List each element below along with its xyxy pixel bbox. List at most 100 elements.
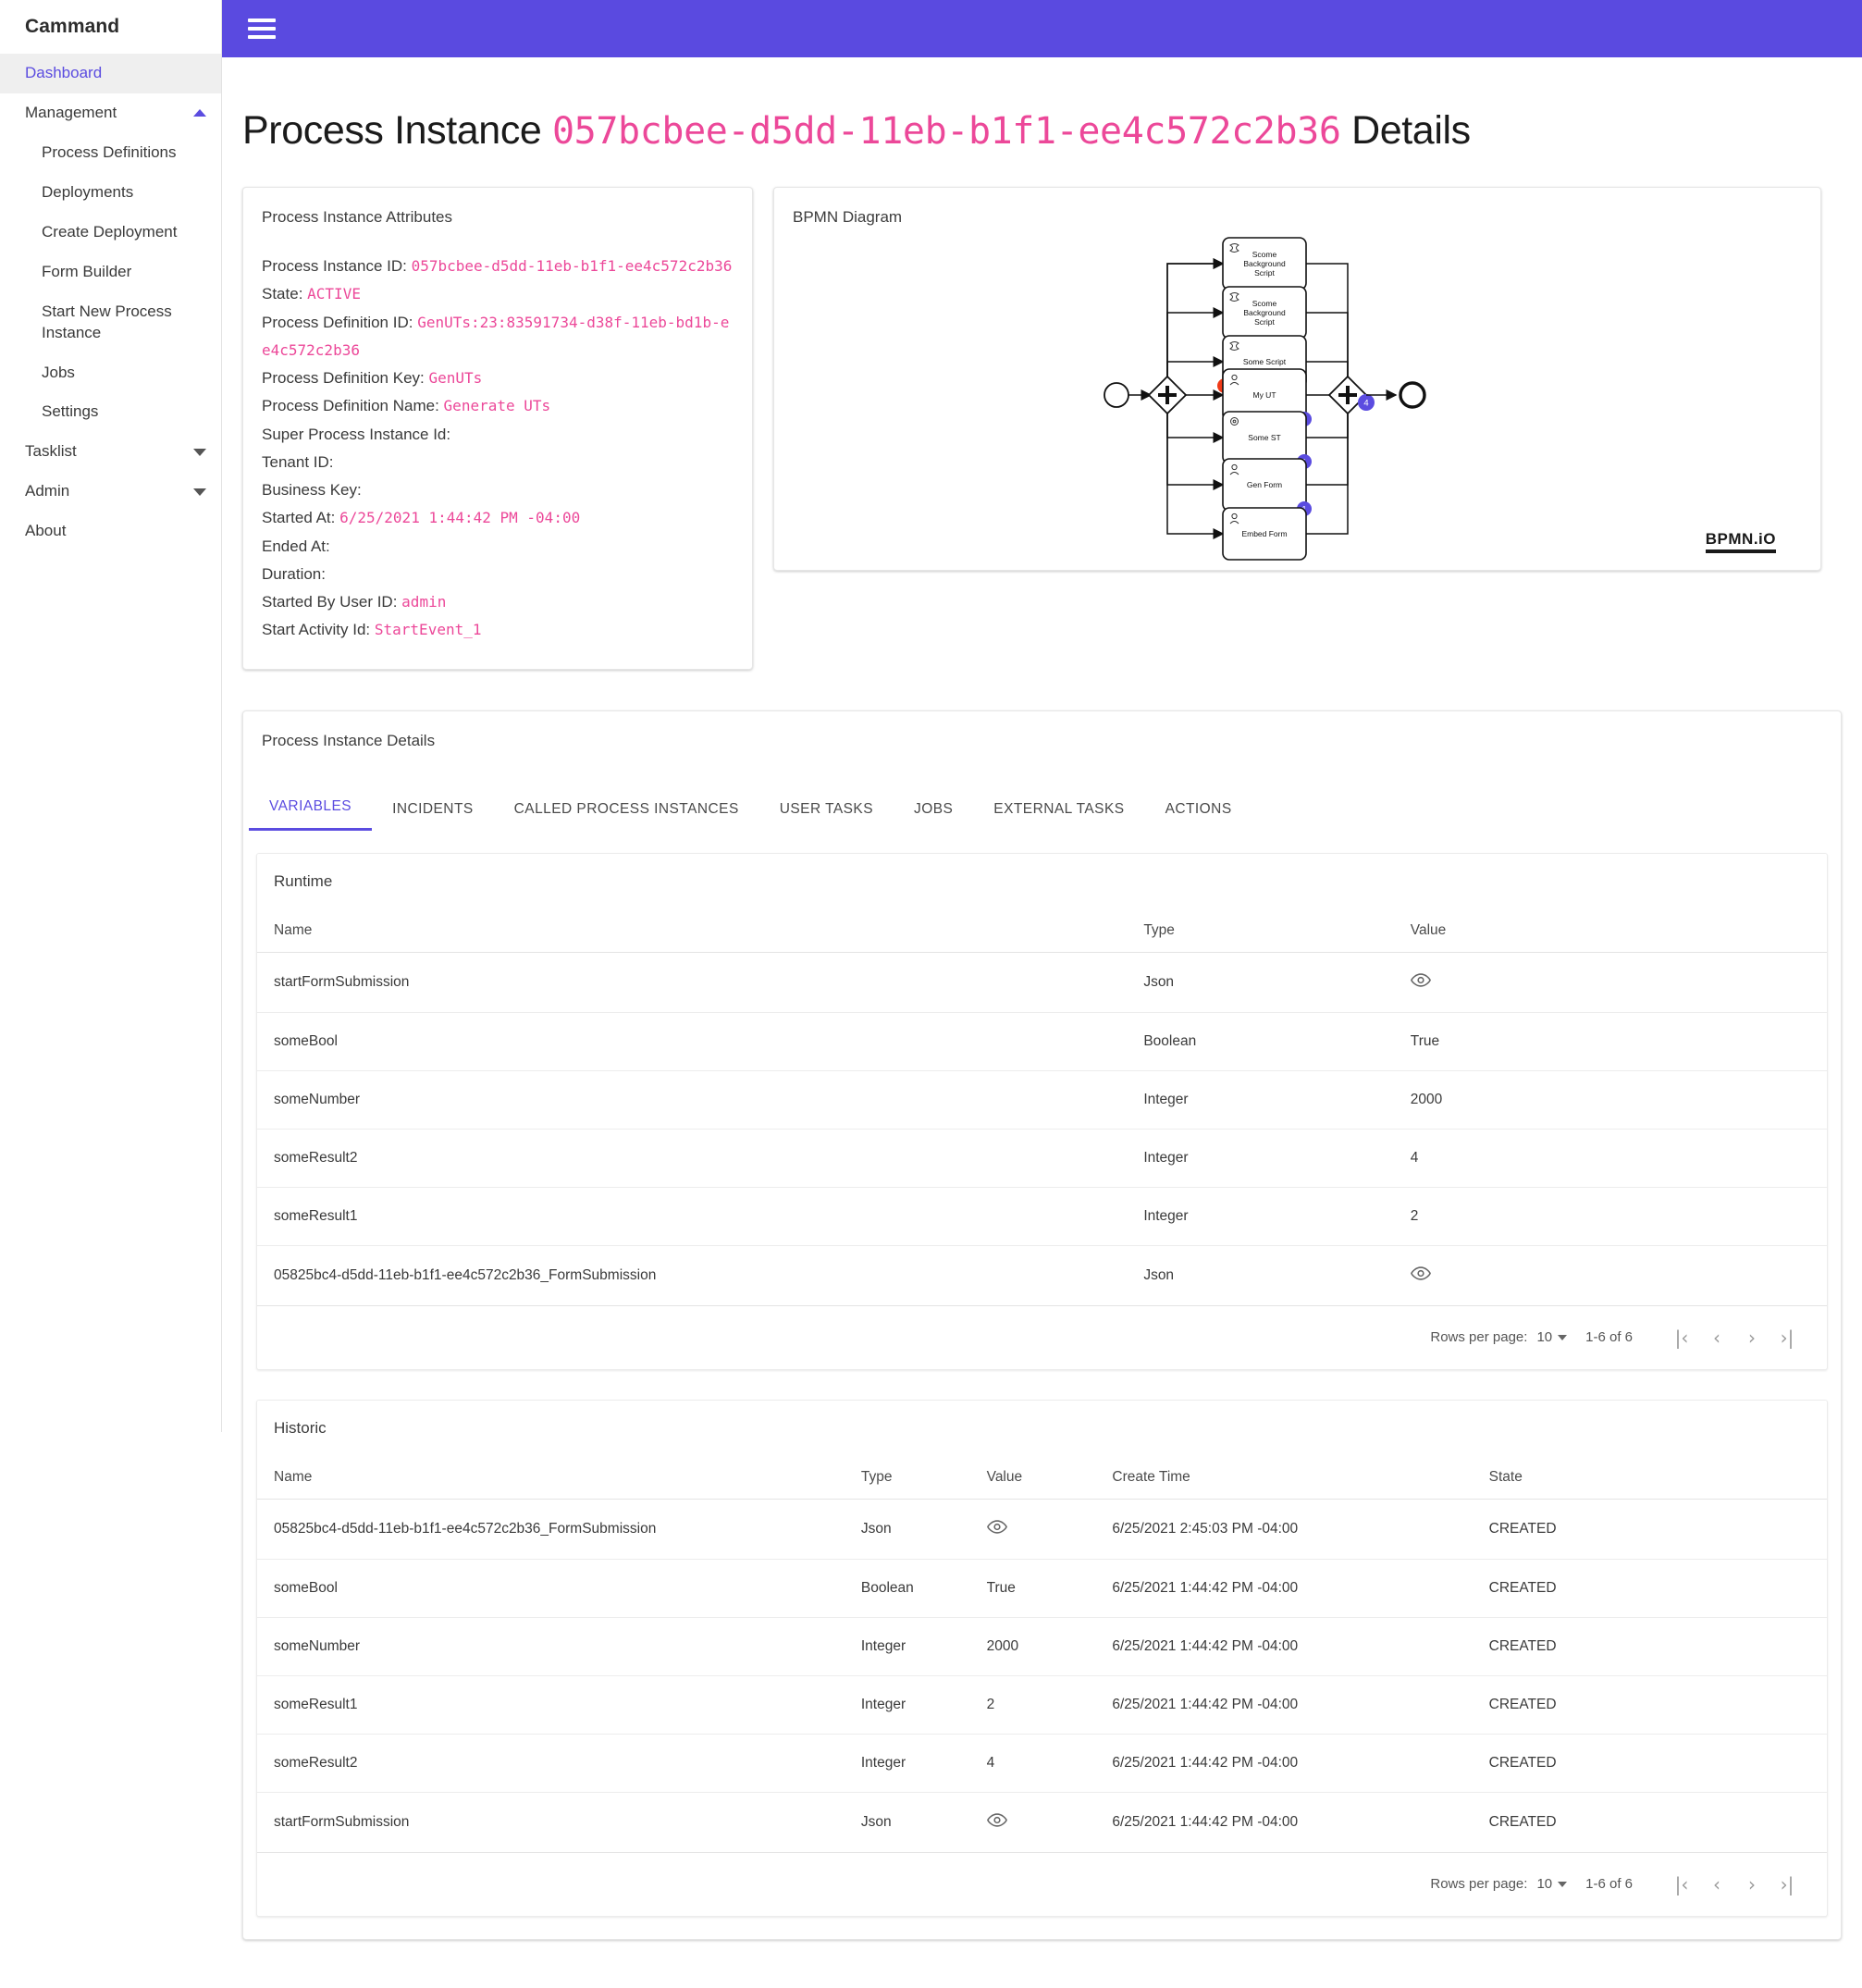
bpmn-task-label: Script [1254,268,1275,278]
eye-icon[interactable] [1410,1266,1431,1280]
next-page-button[interactable]: › [1734,1873,1770,1895]
tab-actions[interactable]: ACTIONS [1145,792,1252,831]
table-row[interactable]: someResult1 Integer 2 [257,1187,1827,1246]
eye-icon[interactable] [986,1519,1007,1534]
first-page-button[interactable]: |‹ [1664,1327,1699,1349]
tab-called-process-instances[interactable]: CALLED PROCESS INSTANCES [494,792,759,831]
sidebar-group-label: Admin [25,482,70,500]
bpmn-diagram-canvas[interactable]: ScomeBackgroundScriptScomeBackgroundScri… [774,219,1821,571]
chevron-down-icon[interactable] [1558,1334,1568,1340]
chevron-up-icon[interactable] [193,109,206,117]
table-row[interactable]: startFormSubmission Json [257,952,1827,1013]
eye-icon[interactable] [1410,972,1431,987]
column-header: State [1481,1457,1827,1500]
eye-icon[interactable] [986,1812,1007,1827]
sidebar-group-management[interactable]: Management [0,93,221,133]
sidebar-item-settings[interactable]: Settings [0,392,221,432]
tab-variables[interactable]: VARIABLES [249,789,373,831]
main-content: Process Instance 057bcbee-d5dd-11eb-b1f1… [222,57,1862,1940]
table-row[interactable]: startFormSubmission Json 6/25/2021 1:44:42… [257,1792,1827,1853]
sidebar-item-about[interactable]: About [0,512,221,551]
last-page-button[interactable]: ›| [1770,1327,1805,1349]
sidebar-group-admin[interactable]: Admin [0,472,221,512]
tab-external-tasks[interactable]: EXTERNAL TASKS [973,792,1144,831]
runtime-variables-table: Name Type Value startFormSubmission Json som… [257,910,1827,1306]
bpmn-task-label: My UT [1252,390,1276,400]
details-tabs: VARIABLES INCIDENTS CALLED PROCESS INSTANC… [243,789,1841,831]
attribute-row: Process Definition Key: GenUTs [262,364,734,392]
bpmn-flow [1166,395,1225,490]
column-header: Type [1136,910,1403,953]
bpmn-task-label: Embed Form [1241,529,1287,538]
column-header: Type [853,1457,980,1500]
table-row[interactable]: someNumber Integer 2000 6/25/2021 1:44:42 P… [257,1617,1827,1676]
sidebar: Cammand Dashboard Management Process Defi… [0,0,222,1432]
table-row[interactable]: someResult2 Integer 4 6/25/2021 1:44:42 PM … [257,1734,1827,1793]
tab-jobs[interactable]: JOBS [894,792,973,831]
table-row[interactable]: 05825bc4-d5dd-11eb-b1f1-ee4c572c2b36_For… [257,1245,1827,1306]
table-row[interactable]: someNumber Integer 2000 [257,1070,1827,1130]
table-row[interactable]: someResult1 Integer 2 6/25/2021 1:44:42 PM … [257,1675,1827,1735]
table-row[interactable]: someResult2 Integer 4 [257,1129,1827,1188]
historic-variables-table: Name Type Value Create Time State 05825bc4-d… [257,1457,1827,1853]
rows-per-page-value[interactable]: 10 [1536,1876,1552,1892]
details-card-title: Process Instance Details [262,731,436,749]
cell-value-eye [1402,952,1827,1013]
sidebar-item-form-builder[interactable]: Form Builder [0,253,221,292]
first-page-button[interactable]: |‹ [1664,1873,1699,1895]
cell-type: Integer [853,1675,980,1735]
attributes-card-title: Process Instance Attributes [262,208,452,226]
rows-per-page-value[interactable]: 10 [1536,1329,1552,1345]
attribute-value: Generate UTs [443,397,551,415]
bpmn-flow [1166,258,1225,395]
attribute-label: Started At: [262,509,336,527]
chevron-down-icon[interactable] [1558,1881,1568,1887]
cell-create-time: 6/25/2021 1:44:42 PM -04:00 [1104,1734,1482,1793]
next-page-button[interactable]: › [1734,1327,1770,1349]
table-row[interactable]: someBool Boolean True 6/25/2021 1:44:42 PM … [257,1559,1827,1618]
runtime-table-pagination: Rows per page: 10 1-6 of 6 |‹ ‹ › ›| [257,1306,1827,1369]
bpmn-gateway-badge-count: 4 [1363,399,1368,409]
attribute-label: Started By User ID: [262,593,398,611]
table-header-row: Name Type Value Create Time State [257,1457,1827,1500]
tab-user-tasks[interactable]: USER TASKS [759,792,894,831]
cell-create-time: 6/25/2021 1:44:42 PM -04:00 [1104,1675,1482,1735]
attribute-row: Tenant ID: [262,449,734,476]
sidebar-item-dashboard[interactable]: Dashboard [0,54,221,93]
sidebar-item-create-deployment[interactable]: Create Deployment [0,213,221,253]
sidebar-item-start-new-process-instance[interactable]: Start New Process Instance [0,292,221,353]
sidebar-item-deployments[interactable]: Deployments [0,173,221,213]
cell-type: Json [853,1499,980,1560]
cell-name: 05825bc4-d5dd-11eb-b1f1-ee4c572c2b36_For… [257,1499,854,1560]
cell-type: Boolean [1136,1012,1403,1071]
table-row[interactable]: 05825bc4-d5dd-11eb-b1f1-ee4c572c2b36_For… [257,1499,1827,1560]
chevron-down-icon[interactable] [193,448,206,456]
sidebar-item-jobs[interactable]: Jobs [0,353,221,393]
cell-type: Json [853,1792,980,1853]
previous-page-button[interactable]: ‹ [1699,1873,1734,1895]
table-body: startFormSubmission Json someBool Boolean Tr… [257,952,1827,1306]
previous-page-button[interactable]: ‹ [1699,1327,1734,1349]
attribute-label: Tenant ID: [262,452,334,471]
attribute-label: Super Process Instance Id: [262,425,451,443]
sidebar-group-tasklist[interactable]: Tasklist [0,432,221,472]
last-page-button[interactable]: ›| [1770,1873,1805,1895]
cell-value: 2 [979,1675,1105,1735]
chevron-down-icon[interactable] [193,488,206,496]
bpmn-start-event[interactable] [1104,382,1129,408]
hamburger-menu-icon[interactable] [248,19,276,39]
sidebar-item-process-definitions[interactable]: Process Definitions [0,133,221,173]
table-header-row: Name Type Value [257,910,1827,953]
attribute-value: 057bcbee-d5dd-11eb-b1f1-ee4c572c2b36 [411,257,733,275]
cell-name: someNumber [257,1617,854,1676]
bpmn-end-event[interactable] [1399,381,1426,409]
attribute-label: Process Definition Key: [262,369,425,387]
cell-value: True [1402,1012,1827,1071]
tab-incidents[interactable]: INCIDENTS [372,792,494,831]
page-title: Process Instance 057bcbee-d5dd-11eb-b1f1… [242,108,1862,154]
bpmn-io-logo: BPMN.iO [1705,530,1776,553]
table-row[interactable]: someBool Boolean True [257,1012,1827,1071]
cell-value: 2000 [1402,1070,1827,1130]
app-brand: Cammand [25,16,120,37]
cell-value-eye [979,1499,1105,1560]
